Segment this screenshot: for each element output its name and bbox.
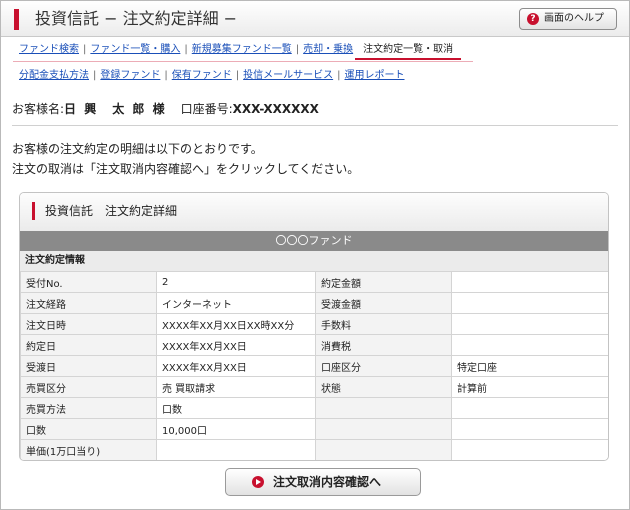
field-label: 口座区分 (315, 355, 452, 377)
nav-separator: | (184, 44, 188, 55)
intro-line-1: お客様の注文約定の明細は以下のとおりです。 (12, 142, 263, 156)
table-row: 単価(1万口当り) (20, 439, 608, 460)
nav-separator: | (337, 70, 341, 81)
field-label (315, 418, 452, 440)
nav-fund-search[interactable]: ファンド検索 (19, 44, 79, 55)
field-value: XXXX年XX月XX日XX時XX分 (156, 313, 316, 335)
field-value (451, 271, 608, 293)
field-label: 売買方法 (20, 397, 157, 419)
nav-separator: | (93, 70, 97, 81)
play-circle-icon (252, 476, 264, 488)
table-row: 口数 10,000口 (20, 418, 608, 440)
field-label: 受付No. (20, 271, 157, 293)
nav-separator: | (295, 44, 300, 55)
account-number: XXX-XXXXXX (232, 102, 319, 116)
nav-separator: | (83, 44, 87, 55)
field-label: 口数 (20, 418, 157, 440)
field-value: 売 買取請求 (156, 376, 316, 398)
nav-new-offering-list[interactable]: 新規募集ファンド一覧 (192, 44, 292, 55)
customer-name: 日 興 太 郎 様 (64, 102, 167, 116)
nav-registered-funds[interactable]: 登録ファンド (100, 70, 160, 81)
intro-line-2: 注文の取消は「注文取消内容確認へ」をクリックしてください。 (12, 162, 360, 176)
field-value: 特定口座 (451, 355, 608, 377)
nav-sell-switch[interactable]: 売却・乗換 (303, 44, 353, 55)
field-value: インターネット (156, 292, 316, 314)
field-value: XXXX年XX月XX日 (156, 334, 316, 356)
nav-order-list-active-tab[interactable]: 注文約定一覧・取消 (355, 42, 462, 60)
page-title: 投資信託 − 注文約定詳細 − (35, 9, 238, 28)
nav-separator: | (164, 70, 168, 81)
field-value: 口数 (156, 397, 316, 419)
field-label (315, 397, 452, 419)
field-label: 売買区分 (20, 376, 157, 398)
page-frame: 投資信託 − 注文約定詳細 − ? 画面のヘルプ ファンド検索 | ファンド一覧・購… (0, 0, 630, 510)
field-label: 手数料 (315, 313, 452, 335)
field-label: 注文経路 (20, 292, 157, 314)
fund-name-bar: 〇〇〇ファンド (20, 231, 608, 251)
customer-info: お客様名:日 興 太 郎 様口座番号:XXX-XXXXXX (12, 101, 319, 117)
field-value (451, 418, 608, 440)
question-icon: ? (527, 13, 539, 25)
nav-underline (13, 61, 473, 62)
cancel-confirm-label: 注文取消内容確認へ (273, 475, 382, 489)
nav-mail-service[interactable]: 投信メールサービス (243, 70, 333, 81)
field-value: 計算前 (451, 376, 608, 398)
nav-held-funds[interactable]: 保有ファンド (172, 70, 232, 81)
title-accent-bar (14, 9, 19, 30)
field-value: 2 (156, 271, 316, 293)
table-row: 注文日時 XXXX年XX月XX日XX時XX分 手数料 (20, 313, 608, 335)
field-label: 受渡日 (20, 355, 157, 377)
field-value (451, 439, 608, 460)
field-label: 単価(1万口当り) (20, 439, 157, 460)
table-row: 注文経路 インターネット 受渡金額 (20, 292, 608, 314)
order-detail-panel: 投資信託 注文約定詳細 〇〇〇ファンド 注文約定情報 受付No. 2 約定金額 注文… (19, 192, 609, 461)
table-row: 受付No. 2 約定金額 (20, 271, 608, 293)
nav-separator: | (235, 70, 240, 81)
table-row: 売買方法 口数 (20, 397, 608, 419)
nav-investment-report[interactable]: 運用レポート (345, 70, 405, 81)
panel-title: 投資信託 注文約定詳細 (45, 204, 178, 218)
table-row: 売買区分売 買取請求 状態 計算前 (20, 376, 608, 398)
field-value (451, 334, 608, 356)
order-detail-table: 受付No. 2 約定金額 注文経路 インターネット 受渡金額 注文日時 XXXX年XX月X… (20, 271, 608, 460)
section-title: 注文約定情報 (20, 251, 608, 271)
panel-header: 投資信託 注文約定詳細 (20, 193, 608, 231)
field-label: 受渡金額 (315, 292, 452, 314)
field-value (156, 439, 316, 460)
account-number-label: 口座番号: (180, 102, 233, 116)
intro-text: お客様の注文約定の明細は以下のとおりです。 注文の取消は「注文取消内容確認へ」を… (12, 139, 359, 179)
help-button[interactable]: ? 画面のヘルプ (519, 8, 617, 30)
field-value: XXXX年XX月XX日 (156, 355, 316, 377)
field-value: 10,000口 (156, 418, 316, 440)
panel-accent-bar (32, 202, 35, 220)
customer-name-label: お客様名: (12, 102, 65, 116)
primary-nav: ファンド検索 | ファンド一覧・購入 | 新規募集ファンド一覧 | 売却・乗換 注文約定一覧・… (19, 42, 462, 60)
field-label: 約定金額 (315, 271, 452, 293)
nav-fund-list-purchase[interactable]: ファンド一覧・購入 (90, 44, 180, 55)
field-label: 約定日 (20, 334, 157, 356)
title-bar: 投資信託 − 注文約定詳細 − ? 画面のヘルプ (1, 1, 629, 37)
divider (12, 125, 618, 126)
field-label: 状態 (315, 376, 452, 398)
table-row: 約定日 XXXX年XX月XX日 消費税 (20, 334, 608, 356)
field-label: 消費税 (315, 334, 452, 356)
field-value (451, 292, 608, 314)
table-row: 受渡日 XXXX年XX月XX日 口座区分 特定口座 (20, 355, 608, 377)
field-label: 注文日時 (20, 313, 157, 335)
nav-dividend-payment[interactable]: 分配金支払方法 (19, 70, 89, 81)
field-value (451, 397, 608, 419)
help-button-label: 画面のヘルプ (544, 13, 604, 24)
field-label (315, 439, 452, 460)
cancel-confirm-button[interactable]: 注文取消内容確認へ (225, 468, 421, 496)
secondary-nav: 分配金支払方法 | 登録ファンド | 保有ファンド | 投信メールサービス | 運用レポート (19, 68, 405, 84)
field-value (451, 313, 608, 335)
